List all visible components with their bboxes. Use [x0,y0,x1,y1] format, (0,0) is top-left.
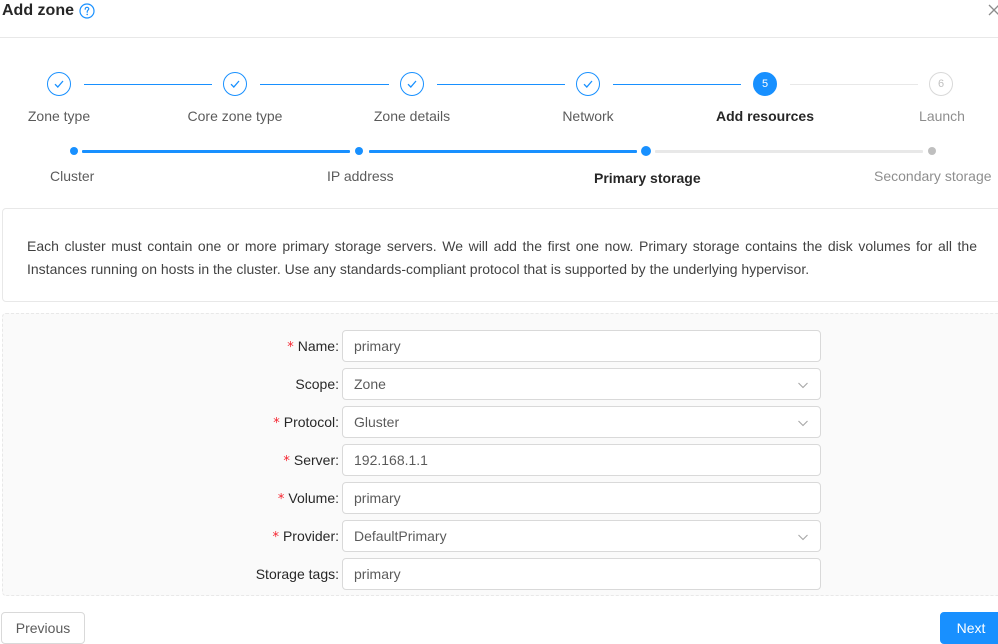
volume-input[interactable]: primary [342,482,821,514]
form-row-scope: Scope: Zone [3,368,998,400]
form-row-storage-tags: Storage tags: primary [3,558,998,590]
form-row-provider: * Provider: DefaultPrimary [3,520,998,552]
volume-label: * Volume: [277,490,339,507]
substep-connector [655,150,923,153]
scope-label: Scope: [295,376,339,392]
description-panel: Each cluster must contain one or more pr… [2,208,998,302]
step-5-number: 5 [753,72,777,96]
substep-connector [369,150,637,153]
modal-title-text: Add zone [2,2,74,19]
chevron-down-icon [798,382,808,389]
scope-value: Zone [354,376,386,392]
step-label-launch: Launch [919,108,965,124]
substep-dot-secondary-storage [928,147,936,155]
protocol-value: Gluster [354,414,400,430]
step-label-zone-type: Zone type [27,108,91,124]
description-text: Each cluster must contain one or more pr… [27,238,977,277]
name-label: * Name: [287,338,339,355]
substep-label-secondary-storage: Secondary storage [874,168,992,184]
previous-button[interactable]: Previous [1,612,85,644]
step-connector [613,84,741,85]
question-circle-icon[interactable] [79,3,95,19]
step-3-check-icon [400,72,424,96]
substep-dot-cluster [70,147,78,155]
server-label: * Server: [283,452,339,469]
step-label-add-resources: Add resources [715,108,815,124]
step-connector [790,84,918,85]
substep-dot-primary-storage [641,146,651,156]
steps-bar: 5 6 Zone type Core zone type Zone detail… [0,70,998,130]
substep-label-primary-storage: Primary storage [594,170,701,186]
step-connector [84,84,212,85]
step-connector [260,84,389,85]
step-label-zone-details: Zone details [373,108,451,124]
next-button[interactable]: Next [940,612,998,644]
primary-storage-form: * Name: primary Scope: Zone * Protocol: Gl… [2,313,998,596]
protocol-select[interactable]: Gluster [342,406,821,438]
step-4-check-icon [576,72,600,96]
chevron-down-icon [798,420,808,427]
form-row-name: * Name: primary [3,330,998,362]
substep-connector [82,150,350,153]
close-icon[interactable] [986,2,998,18]
step-6-number: 6 [929,72,953,96]
step-label-network: Network [562,108,614,124]
provider-label: * Provider: [272,528,339,545]
substep-dot-ip-address [355,147,363,155]
chevron-down-icon [798,534,808,541]
step-1-check-icon [47,72,71,96]
step-connector [437,84,565,85]
substep-label-cluster: Cluster [50,168,95,184]
provider-select[interactable]: DefaultPrimary [342,520,821,552]
form-row-volume: * Volume: primary [3,482,998,514]
scope-select[interactable]: Zone [342,368,821,400]
name-input[interactable]: primary [342,330,821,362]
storage-tags-input[interactable]: primary [342,558,821,590]
storage-tags-label: Storage tags: [255,566,339,582]
provider-value: DefaultPrimary [354,528,447,544]
modal-header: Add zone [0,0,998,38]
step-2-check-icon [223,72,247,96]
form-row-server: * Server: 192.168.1.1 [3,444,998,476]
substeps-bar: Cluster IP address Primary storage Secon… [0,142,998,192]
form-row-protocol: * Protocol: Gluster [3,406,998,438]
protocol-label: * Protocol: [273,414,339,431]
server-input[interactable]: 192.168.1.1 [342,444,821,476]
modal-title: Add zone [2,1,95,21]
substep-label-ip-address: IP address [327,168,394,184]
step-label-core-zone-type: Core zone type [187,108,283,124]
